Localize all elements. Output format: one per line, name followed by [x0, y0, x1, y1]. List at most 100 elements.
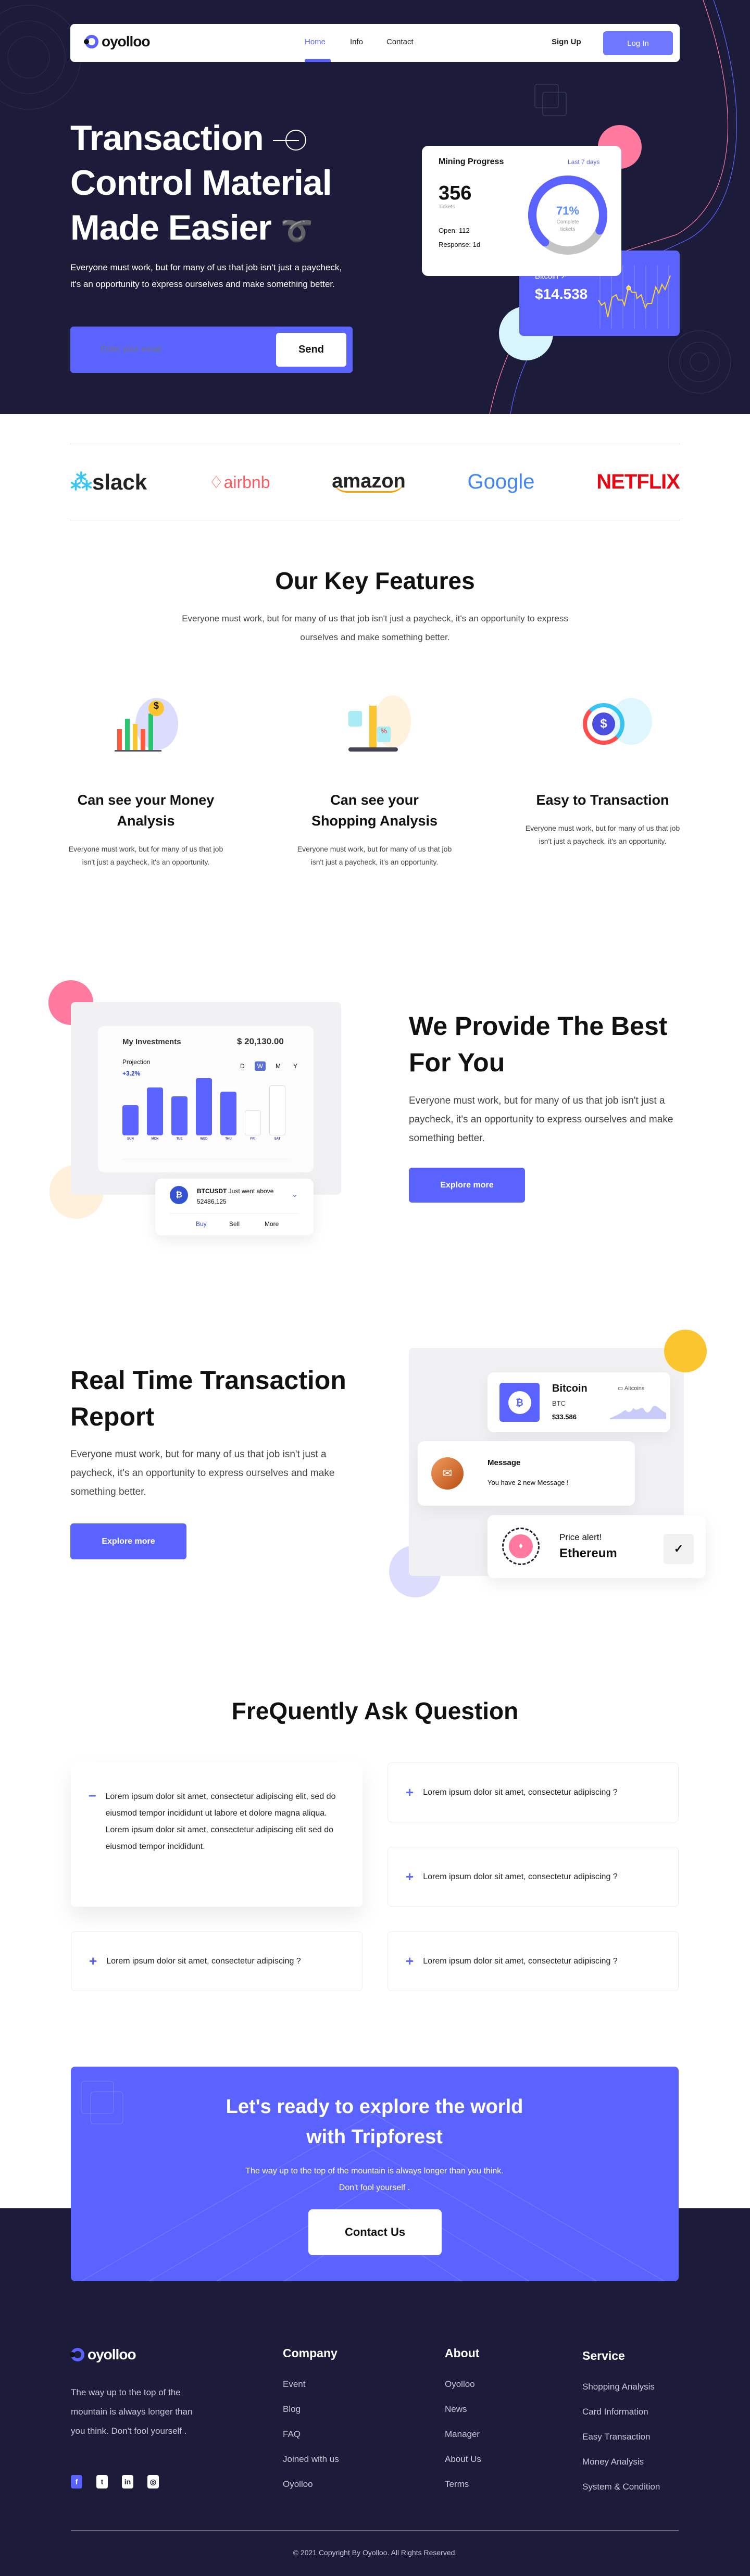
footer-brand-logo[interactable]: oyolloo [70, 2346, 136, 2363]
period-d[interactable]: D [238, 1061, 247, 1071]
explore-more-button[interactable]: Explore more [70, 1523, 186, 1559]
plus-icon: + [406, 1869, 414, 1884]
curly-arrow-icon: ➰ [280, 216, 313, 245]
cta-subtitle: The way up to the top of the mountain is… [245, 2167, 504, 2192]
faq-item[interactable]: + Lorem ipsum dolor sit amet, consectetur… [388, 1762, 679, 1822]
faq-item-open[interactable]: – Lorem ipsum dolor sit amet, consectetu… [71, 1762, 362, 1907]
send-button[interactable]: Send [276, 333, 346, 367]
period-m[interactable]: M [273, 1061, 283, 1071]
calendar-icon: ▭ [618, 1385, 623, 1392]
footer-column-title: Company [283, 2346, 338, 2360]
footer-column-service: Service Shopping Analysis Card Information… [582, 2349, 660, 2507]
bar-mon [147, 1087, 163, 1135]
footer-link[interactable]: Joined with us [283, 2454, 339, 2465]
nav-home[interactable]: Home [305, 37, 326, 46]
email-input[interactable] [101, 340, 257, 359]
footer-link[interactable]: Manager [445, 2429, 481, 2440]
provide-title: We Provide The Best For You [409, 1011, 668, 1077]
feature-card: $ Easy to Transaction Everyone must work,… [524, 693, 681, 848]
mail-icon: ✉ [431, 1457, 464, 1490]
buy-button[interactable]: Buy [196, 1220, 207, 1228]
footer-link[interactable]: Blog [283, 2404, 339, 2415]
footer-column-about: About Oyolloo News Manager About Us Terms [445, 2346, 481, 2504]
footer-link[interactable]: Oyolloo [283, 2479, 339, 2490]
investment-bar-chart: SUN MON TUE WED THU FRI SAT [122, 1078, 288, 1143]
altcoins-tag[interactable]: ▭ Altcoins [618, 1385, 644, 1392]
navbar: oyolloo Home Info Contact Sign Up Log In [70, 24, 680, 62]
facebook-icon[interactable]: f [71, 2475, 82, 2489]
contact-us-button[interactable]: Contact Us [308, 2209, 442, 2255]
brand-logo[interactable]: oyolloo [84, 33, 151, 50]
sell-button[interactable]: Sell [229, 1220, 240, 1228]
bar-label: SAT [274, 1137, 281, 1141]
bar-wed [196, 1078, 212, 1135]
amazon-logo: amazon [332, 470, 406, 493]
footer-link[interactable]: FAQ [283, 2429, 339, 2440]
features-subtitle: Everyone must work, but for many of us t… [182, 614, 568, 642]
hero-section: oyolloo Home Info Contact Sign Up Log In… [0, 0, 750, 414]
slack-logo: ⁂slack [70, 470, 147, 494]
partner-logos: ⁂slack ♢airbnb amazon Google NETFLIX [70, 468, 680, 496]
footer-link[interactable]: News [445, 2404, 481, 2415]
netflix-logo: NETFLIX [596, 470, 680, 493]
signup-link[interactable]: Sign Up [552, 37, 581, 46]
footer-link[interactable]: Terms [445, 2479, 481, 2490]
plus-icon: + [406, 1784, 414, 1800]
bar-label: SUN [127, 1137, 134, 1141]
provide-paragraph: Everyone must work, but for many of us t… [409, 1095, 673, 1144]
footer-link[interactable]: Event [283, 2379, 339, 2390]
social-links: f t in ◎ [71, 2475, 159, 2489]
range-selector[interactable]: Last 7 days [568, 158, 599, 166]
footer-link[interactable]: Money Analysis [582, 2457, 660, 2467]
faq-title: FreQuently Ask Question [231, 1697, 519, 1724]
price-alert-card: ♦ Price alert! Ethereum ✓ [488, 1515, 706, 1578]
check-button[interactable]: ✓ [664, 1534, 694, 1564]
features-title: Our Key Features [275, 567, 475, 594]
faq-item[interactable]: + Lorem ipsum dolor sit amet, consectetur… [388, 1931, 679, 1991]
bar-sun [122, 1105, 139, 1135]
bitcoin-area-chart [610, 1406, 666, 1419]
bar-label: WED [200, 1137, 208, 1141]
period-w[interactable]: W [254, 1061, 266, 1071]
instagram-icon[interactable]: ◎ [147, 2475, 159, 2489]
message-card: ✉ Message You have 2 new Message ! [418, 1441, 635, 1506]
investments-card: My Investments $ 20,130.00 Projection +3… [98, 1026, 314, 1172]
bar-label: FRI [250, 1137, 256, 1141]
footer-link[interactable]: Shopping Analysis [582, 2382, 660, 2392]
period-y[interactable]: Y [291, 1061, 300, 1071]
explore-more-button[interactable]: Explore more [409, 1168, 525, 1203]
nav-contact[interactable]: Contact [386, 37, 414, 46]
footer-link[interactable]: Easy Transaction [582, 2432, 660, 2442]
faq-item[interactable]: + Lorem ipsum dolor sit amet, consectetur… [388, 1847, 679, 1907]
chevron-down-icon[interactable]: ⌄ [292, 1190, 298, 1199]
minus-icon: – [89, 1787, 96, 1803]
bar-fri [245, 1110, 261, 1135]
plus-icon: + [89, 1953, 97, 1969]
dollar-exchange-icon: $ [524, 693, 681, 760]
footer-link[interactable]: Card Information [582, 2407, 660, 2417]
login-button[interactable]: Log In [603, 31, 673, 55]
period-selector: DWMY [238, 1061, 300, 1071]
bar-label: THU [225, 1137, 232, 1141]
more-button[interactable]: More [265, 1220, 279, 1228]
copyright: © 2021 Copyright By Oyolloo. All Rights … [293, 2548, 457, 2557]
arrow-circle-icon [272, 130, 306, 151]
nav-info[interactable]: Info [350, 37, 363, 46]
bar-tue [171, 1096, 188, 1135]
footer-column-title: Service [582, 2349, 625, 2362]
faq-item[interactable]: + Lorem ipsum dolor sit amet, consectetur… [71, 1931, 362, 1991]
report-title: Real Time Transaction Report [70, 1366, 346, 1431]
bitcoin-icon: ₿ [499, 1383, 540, 1422]
bar-sat [269, 1085, 285, 1135]
linkedin-icon[interactable]: in [122, 2475, 133, 2489]
logo-icon [84, 35, 98, 48]
cta-title: Let's ready to explore the world with Tr… [226, 2096, 523, 2148]
footer-link[interactable]: System & Condition [582, 2482, 660, 2492]
bitcoin-icon: ₿ [170, 1186, 188, 1204]
footer-link[interactable]: About Us [445, 2454, 481, 2465]
footer-column-title: About [445, 2346, 480, 2360]
logo-icon [70, 2348, 84, 2361]
footer-link[interactable]: Oyolloo [445, 2379, 481, 2390]
twitter-icon[interactable]: t [96, 2475, 108, 2489]
ethereum-icon: ♦ [502, 1528, 540, 1565]
